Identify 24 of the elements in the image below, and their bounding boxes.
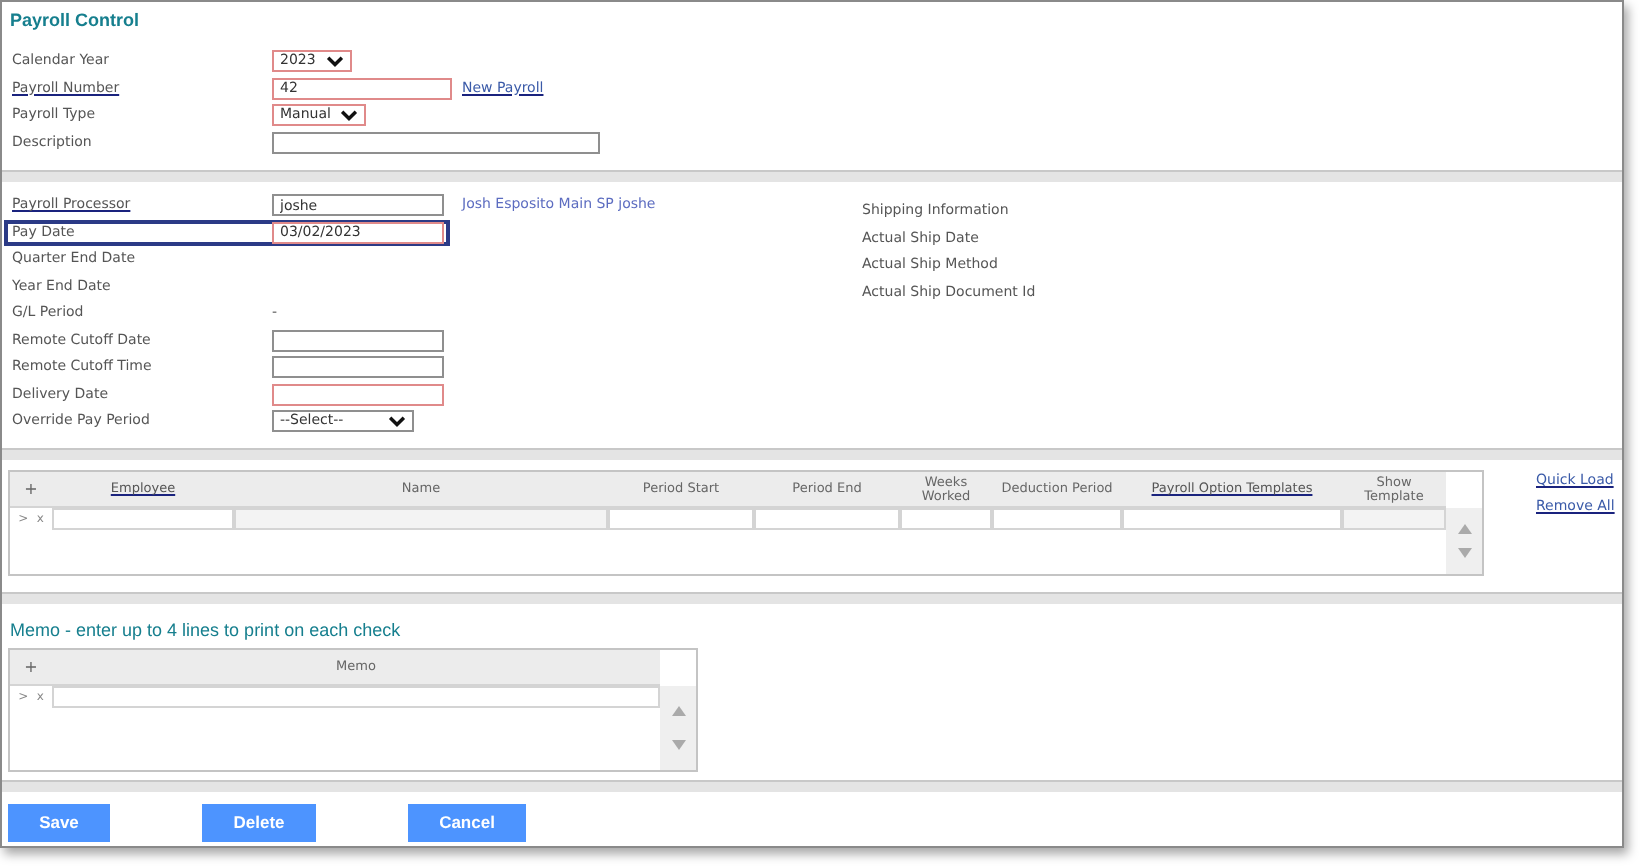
scrollbar[interactable] bbox=[1446, 508, 1482, 574]
input-field[interactable] bbox=[272, 329, 444, 352]
input-field[interactable] bbox=[272, 383, 444, 406]
table-cell[interactable] bbox=[608, 508, 754, 530]
scroll-down-icon[interactable] bbox=[1457, 548, 1471, 559]
scroll-up-icon[interactable] bbox=[1457, 523, 1471, 534]
table-cell[interactable] bbox=[754, 508, 900, 530]
table-cell[interactable] bbox=[1122, 508, 1342, 530]
section-title: Payroll Control bbox=[10, 10, 142, 32]
chevron-down-icon bbox=[388, 415, 406, 428]
scroll-up-icon[interactable] bbox=[671, 706, 685, 716]
table-cell[interactable] bbox=[52, 508, 234, 530]
add-row-button[interactable]: + bbox=[24, 481, 38, 497]
chevron-down-icon bbox=[340, 109, 358, 122]
table-cell[interactable] bbox=[52, 686, 660, 708]
table-cell[interactable] bbox=[900, 508, 992, 530]
input-field[interactable] bbox=[272, 356, 444, 379]
input-field[interactable] bbox=[272, 131, 600, 154]
scrollbar[interactable] bbox=[660, 686, 696, 770]
section-title: Memo - enter up to 4 lines to print on each check bbox=[8, 620, 403, 642]
table-cell[interactable] bbox=[992, 508, 1122, 530]
add-row-button[interactable]: + bbox=[24, 659, 38, 675]
chevron-down-icon bbox=[326, 55, 344, 68]
scroll-down-icon[interactable] bbox=[671, 740, 685, 750]
